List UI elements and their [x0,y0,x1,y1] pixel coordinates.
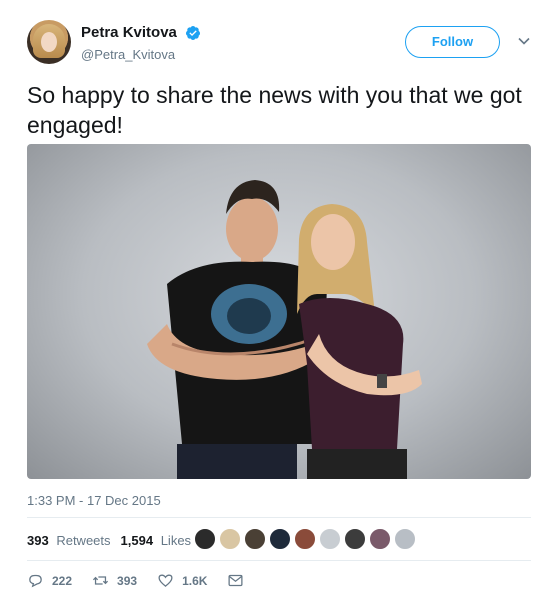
liker-avatar[interactable] [244,528,266,550]
chevron-down-icon[interactable] [517,34,531,48]
retweets-label: Retweets [56,532,111,548]
tweet-header: Petra Kvitova @Petra_Kvitova Follow [27,20,532,70]
liker-avatar[interactable] [194,528,216,550]
retweets-stat[interactable]: 393 Retweets [27,533,111,548]
envelope-icon [228,574,243,587]
heart-icon [158,574,173,587]
follow-button[interactable]: Follow [405,26,500,58]
liker-avatar[interactable] [369,528,391,550]
liker-avatar[interactable] [219,528,241,550]
liker-avatar[interactable] [269,528,291,550]
verified-badge-icon [186,25,201,40]
divider-top [27,517,531,518]
likes-stat[interactable]: 1,594 Likes [121,533,192,548]
reply-icon [29,574,42,588]
photo-man [147,180,327,479]
liker-avatar[interactable] [319,528,341,550]
author-name-block[interactable]: Petra Kvitova @Petra_Kvitova [81,24,201,62]
engagement-stats: 393 Retweets 1,594 Likes [27,530,201,550]
divider-bottom [27,560,531,561]
author-handle[interactable]: @Petra_Kvitova [81,47,201,62]
reply-count: 222 [52,573,73,588]
author-avatar[interactable] [27,20,71,64]
tweet-timestamp[interactable]: 1:33 PM - 17 Dec 2015 [27,493,161,508]
tweet-actions: 222 393 1.6K [27,572,272,589]
liker-avatars [194,528,419,550]
direct-message-action[interactable] [227,572,252,589]
liker-avatar[interactable] [294,528,316,550]
tweet-text: So happy to share the news with you that… [27,82,522,138]
likes-count: 1,594 [120,532,154,548]
retweet-action[interactable]: 393 [92,572,137,589]
liker-avatar[interactable] [394,528,416,550]
photo-woman [297,204,422,479]
retweets-count: 393 [27,532,49,548]
photo-couple-illustration [147,180,422,479]
like-action[interactable]: 1.6K [157,572,207,589]
author-display-name[interactable]: Petra Kvitova [81,24,177,41]
likes-label: Likes [160,532,192,548]
like-count: 1.6K [182,573,208,588]
liker-avatar[interactable] [344,528,366,550]
avatar-face [41,32,57,52]
tweet-photo[interactable] [27,144,531,479]
retweet-icon [92,576,109,585]
retweet-count: 393 [117,573,138,588]
reply-action[interactable]: 222 [27,572,72,589]
